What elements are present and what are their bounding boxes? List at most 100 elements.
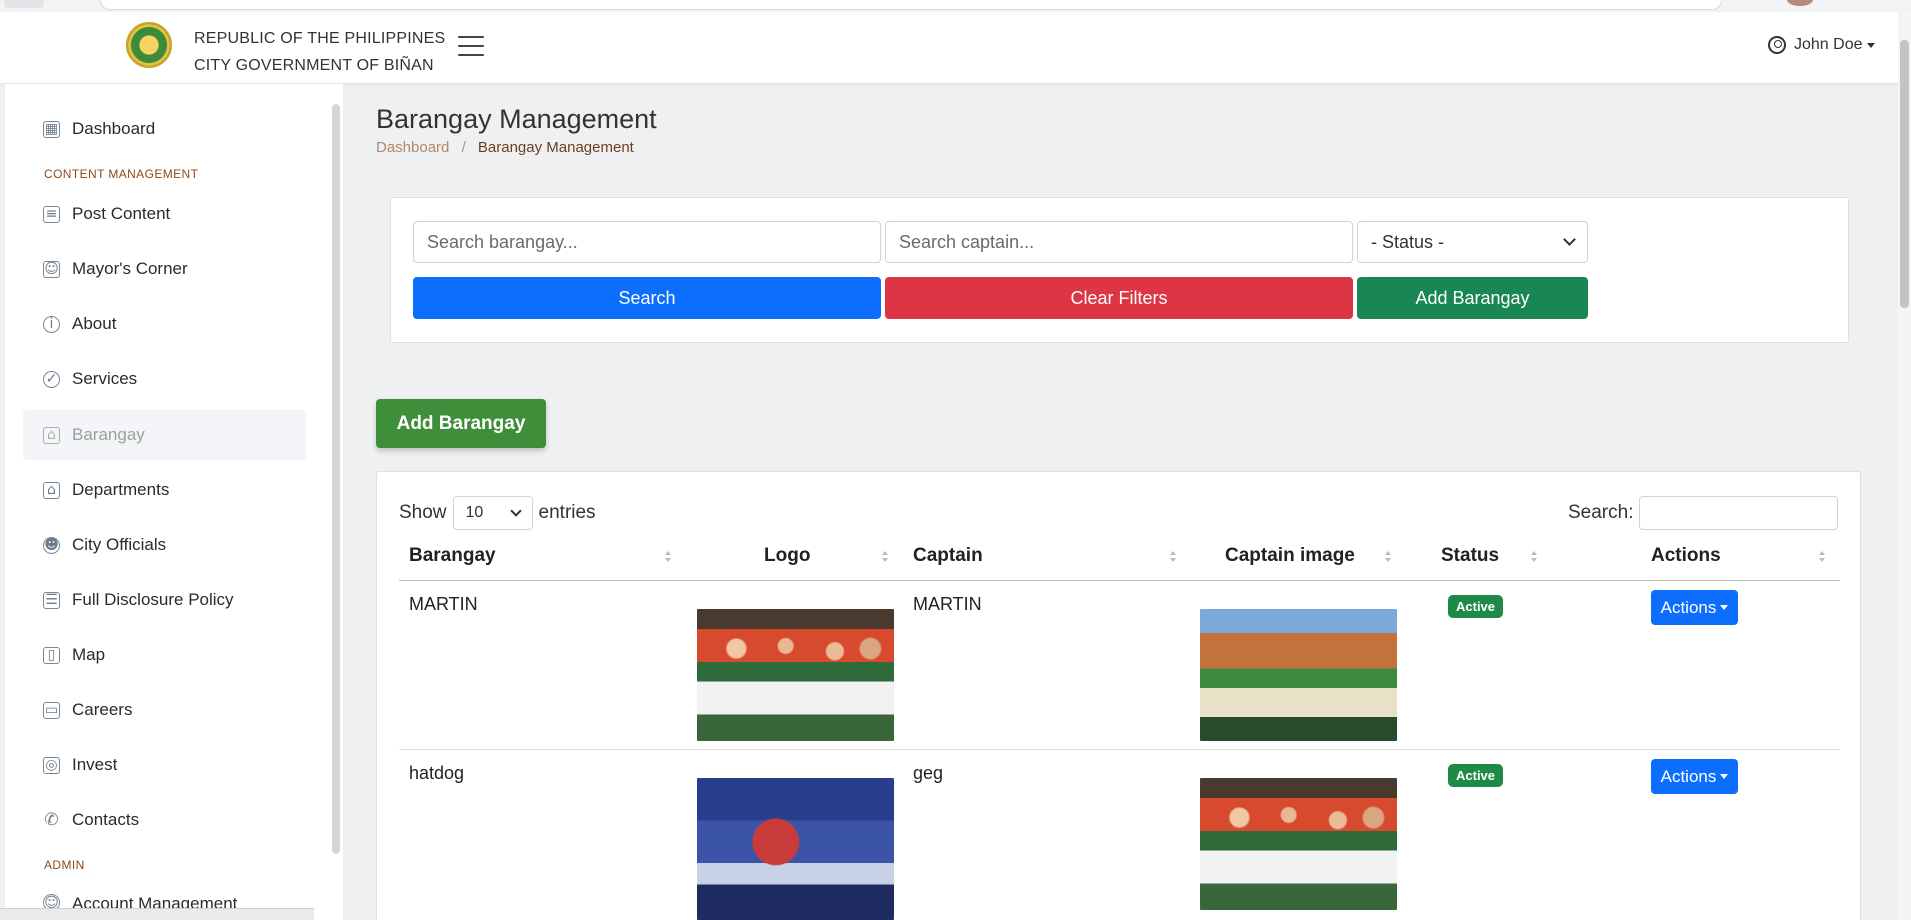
page-title: Barangay Management <box>376 104 657 134</box>
entries-select[interactable]: 10 <box>452 496 533 530</box>
browser-profile-avatar[interactable] <box>1787 0 1813 6</box>
breadcrumb-current: Barangay Management <box>477 139 634 156</box>
telephone-icon: ✆ <box>44 810 59 830</box>
status-filter-select[interactable]: - Status - <box>1357 221 1588 263</box>
page-scrollbar-thumb[interactable] <box>1900 40 1909 308</box>
caret-down-icon <box>1720 774 1729 779</box>
table-row-divider <box>399 749 1840 750</box>
show-entries-control: Show 10 entries <box>399 496 596 530</box>
city-seal-logo <box>126 22 172 68</box>
sidebar-section-content: CONTENT MANAGEMENT <box>44 167 199 181</box>
column-header-barangay[interactable]: Barangay <box>409 545 496 567</box>
sidebar-item-label: About <box>72 314 117 333</box>
table-search-input[interactable] <box>1639 496 1839 530</box>
column-header-actions[interactable]: Actions <box>1651 545 1721 567</box>
sidebar-item-about[interactable]: i About <box>23 299 306 349</box>
people-icon: ☻ <box>43 536 60 554</box>
sidebar-item-label: Departments <box>72 480 170 499</box>
barangay-table-card <box>376 471 1861 920</box>
chevron-down-icon <box>509 504 522 517</box>
barangay-logo-image <box>697 609 894 741</box>
sidebar-item-departments[interactable]: ⌂ Departments <box>23 465 306 515</box>
table-header-divider <box>399 580 1840 581</box>
menu-toggle-icon[interactable] <box>458 36 484 58</box>
entries-value: 10 <box>465 504 484 521</box>
cash-icon: ◎ <box>43 756 60 774</box>
add-barangay-button[interactable]: Add Barangay <box>376 399 546 448</box>
site-title-line1: REPUBLIC OF THE PHILIPPINES <box>194 30 446 47</box>
address-bar[interactable] <box>100 0 1722 10</box>
browser-status-bar <box>0 908 314 920</box>
caret-down-icon <box>1720 605 1729 610</box>
actions-dropdown-button[interactable]: Actions <box>1651 590 1738 625</box>
actions-label: Actions <box>1660 766 1717 786</box>
table-search-label: Search: <box>1568 502 1634 523</box>
browser-tab[interactable] <box>4 0 44 8</box>
column-header-logo[interactable]: Logo <box>764 545 810 567</box>
sidebar-item-mayors-corner[interactable]: ☺ Mayor's Corner <box>23 244 306 294</box>
site-title-line2: CITY GOVERNMENT OF BIÑAN <box>194 57 434 74</box>
sidebar-item-label: Contacts <box>72 810 140 829</box>
sidebar-item-careers[interactable]: ▭ Careers <box>23 685 306 735</box>
sidebar-item-map[interactable]: ▯ Map <box>23 630 306 680</box>
sort-icon[interactable] <box>1169 549 1177 565</box>
chevron-down-icon <box>1563 233 1576 246</box>
person-badge-icon: ☺ <box>43 260 60 278</box>
sidebar-item-label: Mayor's Corner <box>72 259 188 278</box>
sidebar-item-full-disclosure-policy[interactable]: ☰ Full Disclosure Policy <box>23 575 306 625</box>
sidebar-item-contacts[interactable]: ✆ Contacts <box>23 795 306 845</box>
user-menu-dropdown[interactable]: John Doe <box>1768 36 1875 54</box>
entries-label: entries <box>538 502 596 523</box>
sidebar-item-label: Dashboard <box>72 119 156 138</box>
sidebar-item-city-officials[interactable]: ☻ City Officials <box>23 520 306 570</box>
column-header-status[interactable]: Status <box>1441 545 1499 567</box>
cell-barangay: MARTIN <box>409 594 478 614</box>
bank-icon: ⌂ <box>43 481 60 499</box>
sidebar-section-admin: ADMIN <box>44 858 85 872</box>
sort-icon[interactable] <box>1384 549 1392 565</box>
sidebar-item-label: Invest <box>72 755 118 774</box>
column-header-captain-image[interactable]: Captain image <box>1225 545 1355 567</box>
sidebar-item-invest[interactable]: ◎ Invest <box>23 740 306 790</box>
sidebar-item-dashboard[interactable]: ▦ Dashboard <box>23 104 306 154</box>
sidebar-item-label: Post Content <box>72 204 171 223</box>
house-icon: ⌂ <box>43 426 60 444</box>
sidebar-item-post-content[interactable]: ≡ Post Content <box>23 189 306 239</box>
search-captain-input[interactable] <box>885 221 1353 263</box>
top-header: REPUBLIC OF THE PHILIPPINES CITY GOVERNM… <box>0 12 1900 83</box>
cell-captain: MARTIN <box>913 594 982 614</box>
site-title: REPUBLIC OF THE PHILIPPINES CITY GOVERNM… <box>194 25 445 79</box>
search-barangay-input[interactable] <box>413 221 881 263</box>
status-filter-value: - Status - <box>1371 231 1445 252</box>
sidebar-item-barangay[interactable]: ⌂ Barangay <box>23 410 306 460</box>
clear-filters-button[interactable]: Clear Filters <box>885 277 1353 319</box>
captain-image <box>1200 778 1397 910</box>
filter-card <box>390 197 1849 343</box>
person-circle-icon <box>1768 36 1786 54</box>
sidebar-item-label: Careers <box>72 700 133 719</box>
browser-toolbar <box>0 0 1911 12</box>
sort-icon[interactable] <box>881 549 889 565</box>
sidebar-scrollbar[interactable] <box>332 104 340 854</box>
actions-label: Actions <box>1660 597 1717 617</box>
sidebar-item-services[interactable]: ✓ Services <box>23 354 306 404</box>
filter-add-barangay-button[interactable]: Add Barangay <box>1357 277 1588 319</box>
briefcase-icon: ▭ <box>43 701 60 719</box>
column-header-captain[interactable]: Captain <box>913 545 983 567</box>
sidebar-item-label: Services <box>72 369 138 388</box>
show-label: Show <box>399 502 447 523</box>
sort-icon[interactable] <box>1530 549 1538 565</box>
sort-icon[interactable] <box>1818 549 1826 565</box>
cell-barangay: hatdog <box>409 763 465 783</box>
sort-icon[interactable] <box>664 549 672 565</box>
captain-image <box>1200 609 1397 741</box>
barangay-logo-image <box>697 778 894 920</box>
breadcrumb-dashboard-link[interactable]: Dashboard <box>376 139 449 156</box>
info-circle-icon: i <box>43 315 60 333</box>
table-search: Search: <box>1568 496 1839 530</box>
actions-dropdown-button[interactable]: Actions <box>1651 759 1738 794</box>
check-circle-icon: ✓ <box>43 370 60 388</box>
search-button[interactable]: Search <box>413 277 881 319</box>
cell-captain: geg <box>913 763 944 783</box>
sidebar-item-label: City Officials <box>72 535 167 554</box>
